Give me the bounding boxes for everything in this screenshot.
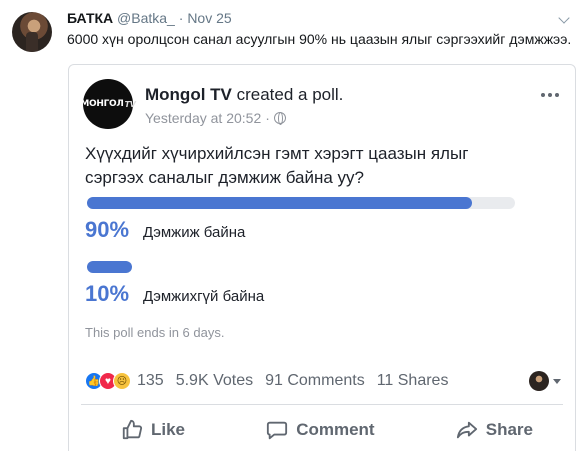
poll-bar-fill — [87, 197, 473, 209]
shares-count[interactable]: 11 Shares — [377, 372, 449, 390]
share-label: Share — [485, 420, 533, 439]
post-actions: Like Comment Share — [81, 413, 563, 447]
globe-icon — [273, 112, 286, 125]
like-label: Like — [151, 420, 186, 439]
display-name[interactable]: БАТКА — [67, 10, 113, 26]
poll-option-percent: 10% — [85, 281, 130, 306]
poll-option-label: Дэмжихгүй байна — [143, 288, 265, 305]
user-handle[interactable]: @Batka_ — [117, 10, 175, 26]
poll-option-label: Дэмжиж байна — [143, 224, 246, 241]
page-logo-text: МОНГОЛ — [80, 99, 124, 109]
poll-option-2[interactable]: 10% Дэмжихгүй байна — [85, 281, 264, 307]
poll-question: Хүүхдийг хүчирхийлсэн гэмт хэрэгт цаазын… — [85, 144, 469, 187]
caret-down-icon[interactable] — [553, 378, 561, 384]
reaction-count[interactable]: 135 — [137, 372, 164, 390]
comment-button[interactable]: Comment — [266, 419, 375, 441]
page-logo-tv: TV — [124, 99, 136, 109]
reaction-icons[interactable]: 👍 ♥ ☹ — [85, 372, 131, 390]
poll-bar-option-1 — [87, 197, 515, 209]
tweet-text: 6000 хүн оролцсон санал асуулгын 90% нь … — [67, 31, 572, 47]
meta-separator: · — [265, 110, 270, 126]
votes-count[interactable]: 5.9K Votes — [176, 372, 253, 390]
share-icon — [456, 421, 477, 439]
thumbs-up-icon — [122, 419, 143, 440]
sad-reaction-icon: ☹ — [113, 372, 131, 390]
share-button[interactable]: Share — [456, 419, 533, 441]
embedded-post-card[interactable]: МОНГОЛ TV Mongol TV created a poll. Yeste… — [68, 64, 576, 451]
poll-bar-fill — [87, 261, 132, 273]
header-separator: · — [178, 10, 184, 26]
tweet-header: БАТКА @Batka_ · Nov 25 — [67, 10, 232, 26]
comment-label: Comment — [296, 420, 375, 439]
post-stats: 👍 ♥ ☹ 135 5.9K Votes 91 Comments 11 Shar… — [85, 370, 561, 392]
poll-bar-option-2 — [87, 261, 515, 273]
post-header: Mongol TV created a poll. — [145, 85, 343, 105]
page-name[interactable]: Mongol TV — [145, 85, 232, 104]
post-action: created a poll. — [231, 85, 344, 104]
tweet: БАТКА @Batka_ · Nov 25 6000 хүн оролцсон… — [0, 0, 588, 451]
poll-end-note: This poll ends in 6 days. — [85, 325, 225, 340]
user-avatar[interactable] — [12, 12, 52, 52]
page-logo[interactable]: МОНГОЛ TV — [80, 79, 136, 129]
viewer-avatar[interactable] — [529, 371, 549, 391]
chevron-down-icon[interactable] — [558, 12, 570, 24]
post-meta: Yesterday at 20:52 · — [145, 110, 286, 126]
poll-option-1[interactable]: 90% Дэмжиж байна — [85, 217, 245, 243]
post-timestamp[interactable]: Yesterday at 20:52 — [145, 110, 261, 126]
comment-icon — [267, 421, 288, 440]
poll-option-percent: 90% — [85, 217, 130, 242]
like-button[interactable]: Like — [121, 419, 185, 441]
tweet-date[interactable]: Nov 25 — [187, 10, 231, 26]
comments-count[interactable]: 91 Comments — [265, 372, 365, 390]
more-options-icon[interactable] — [541, 93, 559, 97]
actions-divider — [81, 404, 563, 405]
